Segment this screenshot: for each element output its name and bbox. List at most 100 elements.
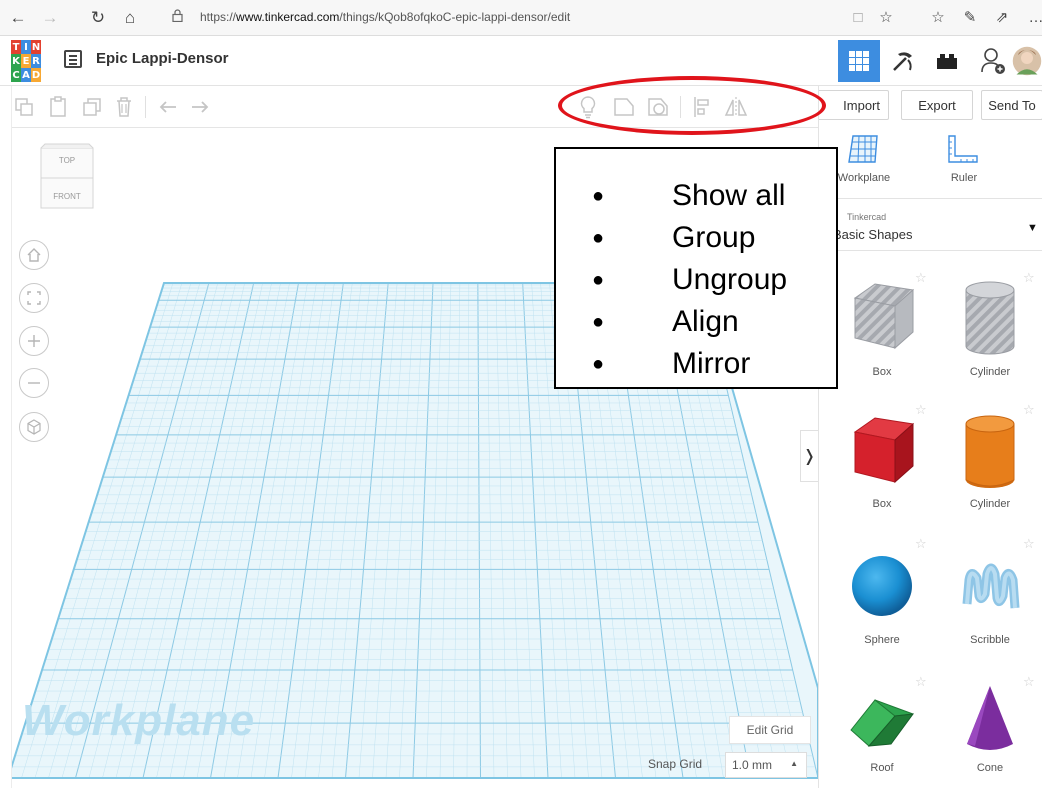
chevron-down-icon: ▼ xyxy=(1027,222,1038,234)
logo-letter: A xyxy=(21,68,31,82)
copy-icon[interactable] xyxy=(12,95,36,119)
zoom-out-button[interactable] xyxy=(19,368,49,398)
snap-grid-label: Snap Grid xyxy=(648,757,703,771)
fit-view-button[interactable] xyxy=(19,283,49,313)
cylinder-shape xyxy=(965,415,1015,488)
cylinder-hole-shape xyxy=(965,281,1015,355)
snap-grid-select[interactable]: 1.0 mm ▲ xyxy=(725,752,807,778)
more-icon[interactable]: … xyxy=(1026,8,1042,28)
logo-letter: N xyxy=(31,40,41,54)
pen-icon[interactable]: ✎ xyxy=(960,8,980,28)
shape-label: Scribble xyxy=(970,634,1010,646)
lock-icon xyxy=(172,9,183,25)
shape-library-select[interactable]: Tinkercad Basic Shapes ▼ xyxy=(819,198,1042,246)
shape-item[interactable]: Box xyxy=(837,270,927,390)
3d-design-view-button[interactable] xyxy=(838,40,880,82)
tinkercad-logo[interactable]: TINKERCAD xyxy=(11,40,41,82)
forward-icon[interactable]: → xyxy=(40,8,60,28)
back-icon[interactable]: ← xyxy=(8,8,28,28)
star-icon[interactable]: ☆ xyxy=(1023,270,1035,286)
annotation-callout: Show allGroupUngroupAlignMirror xyxy=(554,147,838,389)
star-icon[interactable]: ☆ xyxy=(1023,402,1035,418)
library-source: Tinkercad xyxy=(847,212,887,222)
star-icon[interactable]: ☆ xyxy=(915,402,927,418)
favorites-list-icon[interactable]: ☆ xyxy=(928,8,948,28)
browser-toolbar: ← → ↻ ⌂ https://www.tinkercad.com/things… xyxy=(0,0,1042,36)
logo-letter: K xyxy=(11,54,21,68)
shape-item[interactable]: Scribble xyxy=(945,538,1035,658)
viewcube-top-label: TOP xyxy=(58,156,76,165)
refresh-icon[interactable]: ↻ xyxy=(88,8,108,28)
workplane-icon xyxy=(848,135,878,163)
star-icon[interactable]: ☆ xyxy=(915,536,927,552)
redo-icon[interactable] xyxy=(188,95,212,119)
favorite-star-icon[interactable]: ☆ xyxy=(876,8,896,28)
annotation-list: Show allGroupUngroupAlignMirror xyxy=(556,175,836,385)
duplicate-icon[interactable] xyxy=(80,95,104,119)
export-button[interactable]: Export xyxy=(901,90,973,120)
pickaxe-icon xyxy=(893,52,912,71)
design-title[interactable]: Epic Lappi-Densor xyxy=(96,50,229,67)
left-edge xyxy=(0,86,12,788)
send-to-button[interactable]: Send To xyxy=(981,90,1042,120)
box-shape xyxy=(853,417,915,484)
person-add-icon xyxy=(981,48,1005,74)
roof-shape xyxy=(850,699,915,747)
shape-item[interactable]: Cylinder xyxy=(945,404,1035,524)
zoom-in-button[interactable] xyxy=(19,326,49,356)
edit-grid-button[interactable]: Edit Grid xyxy=(729,716,811,744)
snap-grid-value: 1.0 mm xyxy=(732,758,773,772)
perspective-button[interactable] xyxy=(19,412,49,442)
design-menu-icon[interactable] xyxy=(64,50,82,68)
star-icon[interactable]: ☆ xyxy=(915,270,927,286)
annotation-item: Show all xyxy=(592,175,836,217)
collapse-panel-button[interactable]: ❭ xyxy=(800,430,818,482)
toolbar-divider xyxy=(145,96,146,118)
shape-item[interactable]: Sphere xyxy=(837,538,927,658)
shape-item[interactable]: Cone xyxy=(945,676,1035,786)
url-path: /things/kQob8ofqkoC-epic-lappi-densor/ed… xyxy=(339,10,571,24)
brick-icon xyxy=(937,54,957,69)
url-prefix: https:// xyxy=(200,10,237,24)
address-bar[interactable]: https://www.tinkercad.com/things/kQob8of… xyxy=(168,6,830,30)
reading-view-icon[interactable]: □ xyxy=(848,8,868,28)
viewcube-front-label: FRONT xyxy=(53,192,81,201)
import-button[interactable]: Import xyxy=(819,90,889,120)
view-cube[interactable]: TOP FRONT xyxy=(39,142,95,219)
star-icon[interactable]: ☆ xyxy=(1023,674,1035,690)
sphere-shape xyxy=(852,556,912,616)
avatar[interactable] xyxy=(1012,40,1042,82)
shape-label: Box xyxy=(872,366,892,378)
grid-icon xyxy=(849,51,869,71)
app-header: TINKERCAD Epic Lappi-Densor xyxy=(0,36,1042,86)
ruler-icon xyxy=(948,135,978,163)
share-icon[interactable]: ⇗ xyxy=(992,8,1012,28)
bricks-view-button[interactable] xyxy=(926,40,968,82)
caret-up-icon: ▲ xyxy=(790,759,798,768)
add-user-button[interactable] xyxy=(972,40,1014,82)
delete-icon[interactable] xyxy=(112,95,136,119)
shape-item[interactable]: Roof xyxy=(837,676,927,786)
shape-item[interactable]: Cylinder xyxy=(945,270,1035,390)
url-host: www.tinkercad.com xyxy=(236,10,340,24)
box-hole-shape xyxy=(853,283,915,350)
home-icon[interactable]: ⌂ xyxy=(120,8,140,28)
highlight-ellipse xyxy=(558,76,826,135)
logo-letter: C xyxy=(11,68,21,82)
undo-icon[interactable] xyxy=(156,95,180,119)
cone-shape xyxy=(967,686,1013,750)
paste-icon[interactable] xyxy=(46,95,70,119)
shape-label: Sphere xyxy=(864,634,900,646)
logo-letter: I xyxy=(21,40,31,54)
ruler-tool[interactable]: Ruler xyxy=(919,130,1019,190)
annotation-item: Group xyxy=(592,217,836,259)
star-icon[interactable]: ☆ xyxy=(915,674,927,690)
star-icon[interactable]: ☆ xyxy=(1023,536,1035,552)
scribble-shape xyxy=(962,563,1020,609)
codeblocks-view-button[interactable] xyxy=(882,40,924,82)
annotation-item: Ungroup xyxy=(592,259,836,301)
shape-item[interactable]: Box xyxy=(837,404,927,524)
logo-letter: T xyxy=(11,40,21,54)
home-view-button[interactable] xyxy=(19,240,49,270)
shape-label: Roof xyxy=(870,762,894,774)
